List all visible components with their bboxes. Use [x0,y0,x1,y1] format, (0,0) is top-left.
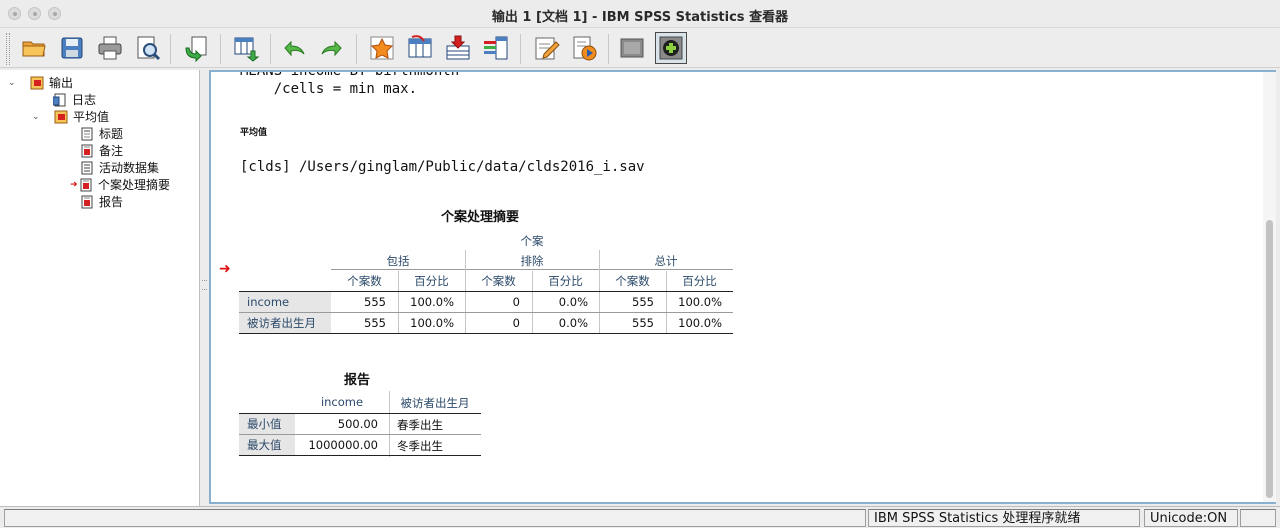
section-heading: 平均值 [240,128,268,138]
summary-cell: 100.0% [678,316,722,330]
summary-subheader: 个案数 [615,274,650,288]
chevron-down-icon[interactable]: ⌄ [32,112,42,122]
syntax-line: /cells = min max. [240,81,418,97]
tree-item-label: 平均值 [73,110,110,124]
table-icon [80,195,94,209]
tree-item-label: 报告 [99,195,124,209]
tree-item-active-dataset[interactable]: 活动数据集 [80,159,159,176]
summary-cell: 555 [364,295,386,309]
tree-item-label: 备注 [99,144,124,158]
current-item-arrow-icon: ➜ [219,261,231,277]
tree-item-label: 日志 [72,93,97,107]
summary-cell: 0.0% [558,295,588,309]
summary-cell: 0.0% [558,316,588,330]
summary-cell: 555 [632,316,654,330]
splitter-grip[interactable] [202,280,207,290]
dataset-line: [clds] /Users/ginglam/Public/data/clds20… [240,159,645,175]
tree-item-log[interactable]: 日志 [53,91,96,108]
selected-arrow-icon: ➜ [70,179,78,190]
toolbar [0,28,1280,68]
summary-subheader: 百分比 [682,274,717,288]
tree-item-case-summary[interactable]: ➜ 个案处理摘要 [70,176,170,193]
pane-splitter[interactable] [200,70,209,506]
variables-icon[interactable] [480,32,512,64]
designate-window-icon[interactable] [655,32,687,64]
hide-icon[interactable] [616,32,648,64]
tree-item-label: 活动数据集 [99,161,160,175]
status-message: IBM SPSS Statistics 处理程序就绪 [868,509,1140,527]
summary-subheader: 个案数 [347,274,382,288]
summary-cell: 0 [512,295,520,309]
output-book-icon [30,76,44,90]
save-icon[interactable] [56,32,88,64]
tree-item-title[interactable]: 标题 [80,125,123,142]
tree-item-means[interactable]: ⌄ 平均值 [32,108,109,125]
summary-cell: 100.0% [410,295,454,309]
syntax-line-cut: MEANS income BY birthmonth [240,70,460,79]
summary-cell: 0 [512,316,520,330]
title-icon [80,127,94,141]
tree-item-report[interactable]: 报告 [80,193,123,210]
report-cell: 500.00 [337,417,378,431]
report-row-label: 最大值 [239,435,295,455]
export-icon[interactable] [180,32,212,64]
notes-icon [80,144,94,158]
summary-cell: 555 [632,295,654,309]
report-header: income [320,395,364,409]
summary-subheader: 百分比 [548,274,583,288]
table-icon [79,178,93,192]
content-pane: MEANS income BY birthmonth /cells = min … [209,70,1276,504]
edit-icon[interactable] [530,32,562,64]
tree-item-label: 标题 [99,127,124,141]
spss-viewer-window: 输出 1 [文档 1] - IBM SPSS Statistics 查看器 ⌄ … [0,0,1280,528]
log-text-icon [80,161,94,175]
redo-icon[interactable] [316,32,348,64]
report-cell: 冬季出生 [397,439,443,453]
summary-table-title: 个案处理摘要 [441,210,520,225]
vertical-scrollbar[interactable] [1263,72,1276,502]
scrollbar-thumb[interactable] [1266,220,1273,498]
summary-row-label: 被访者出生月 [239,313,331,333]
print-preview-icon[interactable] [132,32,164,64]
summary-subheader: 百分比 [414,274,449,288]
run-script-icon[interactable] [568,32,600,64]
summary-cell: 100.0% [678,295,722,309]
open-folder-icon[interactable] [18,32,50,64]
summary-top-header: 个案 [520,234,544,248]
tree-item-label: 个案处理摘要 [98,178,171,192]
insert-cases-icon[interactable] [442,32,474,64]
undo-icon[interactable] [278,32,310,64]
tree-item-notes[interactable]: 备注 [80,142,123,159]
title-bar: 输出 1 [文档 1] - IBM SPSS Statistics 查看器 [0,0,1280,28]
summary-group-header: 总计 [654,254,678,268]
report-header: 被访者出生月 [400,396,470,410]
summary-group-header: 包括 [386,254,410,268]
status-extra-cell [1240,509,1276,527]
goto-variable-icon[interactable] [404,32,436,64]
window-title: 输出 1 [文档 1] - IBM SPSS Statistics 查看器 [491,10,789,25]
summary-group-header: 排除 [520,254,544,268]
report-table-title: 报告 [344,373,371,388]
report-cell: 1000000.00 [308,438,378,452]
status-encoding: Unicode:ON [1144,509,1238,527]
goto-data-icon[interactable] [230,32,262,64]
status-empty-cell [4,509,866,527]
chevron-down-icon[interactable]: ⌄ [8,78,18,88]
tree-item-output[interactable]: ⌄ 输出 [8,74,73,91]
summary-row-label: income [239,292,331,312]
summary-subheader: 个案数 [481,274,516,288]
log-icon [53,93,67,107]
output-book-icon [54,110,68,124]
status-bar: IBM SPSS Statistics 处理程序就绪 Unicode:ON [0,506,1280,528]
report-row-label: 最小值 [239,414,295,434]
toolbar-grip[interactable] [6,33,10,65]
summary-cell: 555 [364,316,386,330]
tree-item-label: 输出 [49,76,74,90]
outline-pane: ⌄ 输出 日志 ⌄ 平均值 标题 备注 活动数据集 ➜ 个案处理摘要 报告 [0,70,200,506]
summary-cell: 100.0% [410,316,454,330]
print-icon[interactable] [94,32,126,64]
goto-case-icon[interactable] [366,32,398,64]
report-cell: 春季出生 [397,418,443,432]
